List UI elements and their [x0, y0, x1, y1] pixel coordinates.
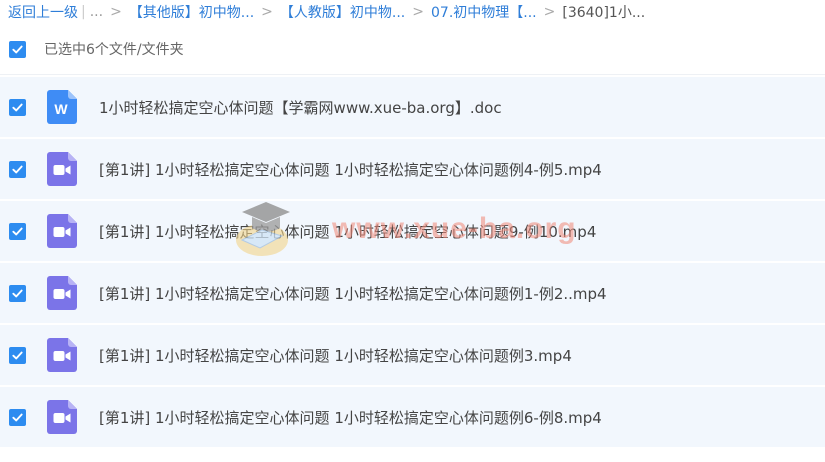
- file-row-video[interactable]: [第1讲] 1小时轻松搞定空心体问题 1小时轻松搞定空心体问题例6-例8.mp4: [0, 387, 825, 449]
- breadcrumb: 返回上一级 | ... > 【其他版】初中物... > 【人教版】初中物... …: [0, 0, 825, 24]
- selection-bar: 已选中6个文件/文件夹: [0, 24, 825, 75]
- divider: |: [81, 4, 86, 20]
- file-row-video[interactable]: [第1讲] 1小时轻松搞定空心体问题 1小时轻松搞定空心体问题例1-例2..mp…: [0, 263, 825, 325]
- file-list: W 1小时轻松搞定空心体问题【学霸网www.xue-ba.org】.doc [第…: [0, 77, 825, 449]
- file-row-doc[interactable]: W 1小时轻松搞定空心体问题【学霸网www.xue-ba.org】.doc: [0, 77, 825, 139]
- selection-count-label: 已选中6个文件/文件夹: [44, 42, 184, 58]
- file-name[interactable]: [第1讲] 1小时轻松搞定空心体问题 1小时轻松搞定空心体问题9-例10.mp4: [99, 221, 596, 242]
- file-name[interactable]: [第1讲] 1小时轻松搞定空心体问题 1小时轻松搞定空心体问题例1-例2..mp…: [99, 283, 607, 304]
- video-file-icon: [47, 152, 77, 186]
- select-all-checkbox[interactable]: [9, 40, 26, 58]
- check-icon: [12, 413, 23, 421]
- file-row-video[interactable]: [第1讲] 1小时轻松搞定空心体问题 1小时轻松搞定空心体问题例4-例5.mp4: [0, 139, 825, 201]
- file-row-video[interactable]: [第1讲] 1小时轻松搞定空心体问题 1小时轻松搞定空心体问题9-例10.mp4: [0, 201, 825, 263]
- chevron-right-icon: >: [110, 4, 122, 20]
- row-checkbox[interactable]: [9, 222, 26, 240]
- breadcrumb-current: [3640]1小...: [562, 5, 646, 21]
- file-name[interactable]: 1小时轻松搞定空心体问题【学霸网www.xue-ba.org】.doc: [99, 97, 502, 118]
- breadcrumb-item-physics[interactable]: 07.初中物理【...: [431, 2, 537, 22]
- breadcrumb-item-other-edition[interactable]: 【其他版】初中物...: [129, 2, 254, 22]
- row-checkbox[interactable]: [9, 408, 26, 426]
- word-doc-icon: W: [47, 90, 77, 124]
- back-link[interactable]: 返回上一级: [8, 2, 78, 22]
- video-file-icon: [47, 214, 77, 248]
- check-icon: [12, 227, 23, 235]
- chevron-right-icon: >: [543, 4, 556, 20]
- row-checkbox[interactable]: [9, 98, 26, 116]
- video-file-icon: [47, 400, 77, 434]
- check-icon: [12, 103, 23, 111]
- check-icon: [12, 45, 23, 53]
- file-name[interactable]: [第1讲] 1小时轻松搞定空心体问题 1小时轻松搞定空心体问题例4-例5.mp4: [99, 159, 602, 180]
- check-icon: [12, 289, 23, 297]
- word-letter: W: [54, 101, 68, 117]
- row-checkbox[interactable]: [9, 346, 26, 364]
- video-file-icon: [47, 338, 77, 372]
- breadcrumb-item-pep-edition[interactable]: 【人教版】初中物...: [280, 2, 405, 22]
- chevron-right-icon: >: [261, 4, 273, 20]
- breadcrumb-ellipsis[interactable]: ...: [90, 4, 103, 20]
- row-checkbox[interactable]: [9, 160, 26, 178]
- check-icon: [12, 165, 23, 173]
- chevron-right-icon: >: [412, 4, 424, 20]
- file-row-video[interactable]: [第1讲] 1小时轻松搞定空心体问题 1小时轻松搞定空心体问题例3.mp4: [0, 325, 825, 387]
- video-file-icon: [47, 276, 77, 310]
- row-checkbox[interactable]: [9, 284, 26, 302]
- file-name[interactable]: [第1讲] 1小时轻松搞定空心体问题 1小时轻松搞定空心体问题例3.mp4: [99, 345, 572, 366]
- check-icon: [12, 351, 23, 359]
- file-name[interactable]: [第1讲] 1小时轻松搞定空心体问题 1小时轻松搞定空心体问题例6-例8.mp4: [99, 407, 602, 428]
